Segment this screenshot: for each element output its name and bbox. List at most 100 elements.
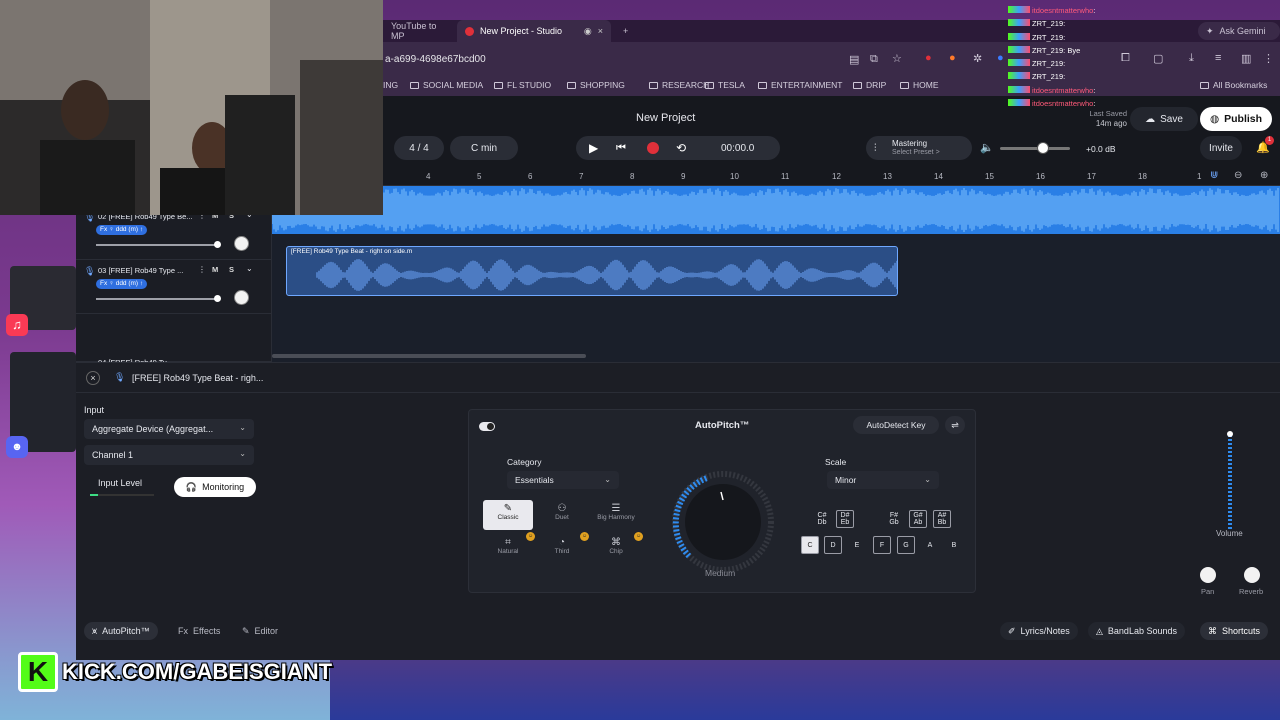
discord-app-icon[interactable]: ☻ (6, 436, 28, 458)
bookmark-drip[interactable]: DRIP (853, 80, 886, 90)
bookmark-research[interactable]: RESEARCH (649, 80, 709, 90)
bookmark-item[interactable]: ING (383, 80, 398, 90)
volume-slider[interactable] (96, 244, 218, 246)
tab-editor[interactable]: ✎ Editor (234, 622, 286, 640)
volume-thumb[interactable] (214, 295, 221, 302)
autopitch-toggle[interactable] (479, 422, 495, 431)
arrangement-area[interactable]: [FREE] Rob49 Type Beat - right on side.m (272, 186, 1280, 362)
close-icon[interactable]: × (86, 371, 100, 385)
tab-new-project-studio[interactable]: New Project - Studio ◉ × (457, 20, 611, 42)
fx-chip[interactable]: Fx ♀ ddd (m) ↑ (96, 279, 148, 289)
rewind-icon[interactable]: ⏮ (616, 142, 626, 155)
track-row[interactable]: 🎙 03 [FREE] Rob49 Type ... ⋮ M S ⌄ Fx ♀ … (76, 260, 272, 314)
pitch-correction-dial[interactable] (671, 470, 775, 574)
zoom-in-icon[interactable]: ⊕ (1260, 170, 1268, 181)
reverb-knob[interactable] (1244, 567, 1260, 583)
track-menu-icon[interactable]: ⋮ (198, 265, 206, 274)
mastering-selector[interactable]: ⫶ Mastering Select Preset > (866, 136, 972, 160)
key-b[interactable]: B (945, 536, 963, 554)
extension-icon[interactable]: ● (925, 52, 932, 64)
invite-button[interactable]: Invite (1200, 136, 1242, 160)
key-c[interactable]: C (801, 536, 819, 554)
pan-knob[interactable] (234, 236, 249, 251)
extension-icon[interactable]: ✲ (973, 52, 982, 65)
sidebar-icon[interactable]: ▥ (1241, 52, 1251, 65)
mode-classic[interactable]: ✎ Classic (483, 500, 533, 530)
bookmark-star-icon[interactable]: ☆ (892, 52, 902, 65)
mode-duet[interactable]: ⚇ Duet (537, 500, 587, 530)
bookmark-entertainment[interactable]: ENTERTAINMENT (758, 80, 842, 90)
bookmark-home[interactable]: HOME (900, 80, 939, 90)
bookmark-fl-studio[interactable]: FL STUDIO (494, 80, 551, 90)
lyrics-notes-button[interactable]: ✐ Lyrics/Notes (1000, 622, 1078, 640)
save-button[interactable]: ☁ Save (1130, 107, 1198, 131)
volume-fader-thumb[interactable] (1227, 431, 1233, 437)
shortcuts-button[interactable]: ⌘ Shortcuts (1200, 622, 1269, 640)
key-g-sharp[interactable]: G# Ab (909, 510, 927, 528)
cast-icon[interactable]: ⧉ (870, 53, 878, 66)
music-app-icon[interactable]: ♫ (6, 314, 28, 336)
key-g[interactable]: G (897, 536, 915, 554)
new-tab-button[interactable]: + (615, 20, 635, 42)
pan-knob[interactable] (1200, 567, 1216, 583)
speaker-icon[interactable]: 🔈 (980, 141, 994, 154)
time-signature[interactable]: 4 / 4 (394, 136, 444, 160)
autodetect-key-button[interactable]: AutoDetect Key (853, 416, 939, 434)
fx-chip[interactable]: Fx ♀ ddd (m) ↑ (96, 225, 148, 235)
ask-gemini-button[interactable]: ✦ Ask Gemini (1198, 22, 1280, 40)
master-volume-slider[interactable] (1000, 142, 1070, 154)
master-volume-thumb[interactable] (1037, 142, 1049, 154)
tab-youtube-to-mp[interactable]: YouTube to MP (383, 20, 455, 42)
category-select[interactable]: Essentials ⌄ (507, 471, 619, 489)
solo-button[interactable]: S (229, 265, 234, 274)
key-c-sharp[interactable]: C# Db (813, 510, 831, 528)
window-icon[interactable]: ▢ (1153, 52, 1163, 65)
mode-big-harmony[interactable]: ☰ Big Harmony (591, 500, 641, 530)
menu-icon[interactable]: ⋮ (1263, 52, 1274, 65)
publish-button[interactable]: ◍ Publish (1200, 107, 1272, 131)
volume-thumb[interactable] (214, 241, 221, 248)
horizontal-scrollbar[interactable] (272, 354, 586, 358)
volume-slider[interactable] (96, 298, 218, 300)
tab-effects[interactable]: Fx Effects (170, 622, 228, 640)
key-a[interactable]: A (921, 536, 939, 554)
device-select[interactable]: Aggregate Device (Aggregat... ⌄ (84, 419, 254, 439)
channel-select[interactable]: Channel 1 ⌄ (84, 445, 254, 465)
bookmark-tesla[interactable]: TESLA (705, 80, 745, 90)
zoom-out-icon[interactable]: ⊖ (1234, 170, 1242, 181)
timeline-ruler[interactable]: 4 5 6 7 8 9 10 11 12 13 14 15 16 17 18 1… (272, 166, 1280, 186)
pan-knob[interactable] (234, 290, 249, 305)
key-selector[interactable]: C min (450, 136, 518, 160)
chevron-down-icon[interactable]: ⌄ (246, 264, 253, 273)
key-a-sharp[interactable]: A# Bb (933, 510, 951, 528)
tune-icon[interactable]: ≡ (1215, 52, 1221, 64)
monitoring-button[interactable]: 🎧 Monitoring (174, 477, 256, 497)
key-e[interactable]: E (848, 536, 866, 554)
key-d[interactable]: D (824, 536, 842, 554)
beat-waveform[interactable] (272, 186, 1280, 234)
track-row[interactable]: 04 [FREE] Rob49 Ty... (76, 314, 272, 367)
extension-icon[interactable]: ● (997, 52, 1004, 64)
project-title[interactable]: New Project (636, 112, 695, 124)
mute-button[interactable]: M (212, 265, 218, 274)
vocal-clip[interactable]: [FREE] Rob49 Type Beat - right on side.m (286, 246, 898, 296)
magnet-icon[interactable]: ⋓ (1210, 170, 1218, 181)
volume-fader[interactable] (1227, 431, 1233, 529)
reader-icon[interactable]: ▤ (849, 53, 859, 66)
key-d-sharp[interactable]: D# Eb (836, 510, 854, 528)
record-icon[interactable] (647, 142, 659, 154)
scale-select[interactable]: Minor ⌄ (827, 471, 939, 489)
play-icon[interactable]: ▶ (589, 141, 598, 155)
close-tab-icon[interactable]: × (598, 26, 603, 36)
bookmark-social-media[interactable]: SOCIAL MEDIA (410, 80, 483, 90)
extension-icon[interactable]: ● (949, 52, 956, 64)
loop-icon[interactable]: ⟲ (676, 141, 686, 155)
all-bookmarks[interactable]: All Bookmarks (1200, 80, 1267, 90)
key-f[interactable]: F (873, 536, 891, 554)
bandlab-sounds-button[interactable]: ◬ BandLab Sounds (1088, 622, 1185, 640)
settings-sliders-icon[interactable]: ⇌ (945, 416, 965, 434)
key-f-sharp[interactable]: F# Gb (885, 510, 903, 528)
download-icon[interactable]: ⤓ (1189, 52, 1194, 65)
url-field[interactable]: a-a699-4698e67bcd00 (385, 54, 486, 65)
tab-autopitch[interactable]: ⩙ AutoPitch™ (84, 622, 158, 640)
